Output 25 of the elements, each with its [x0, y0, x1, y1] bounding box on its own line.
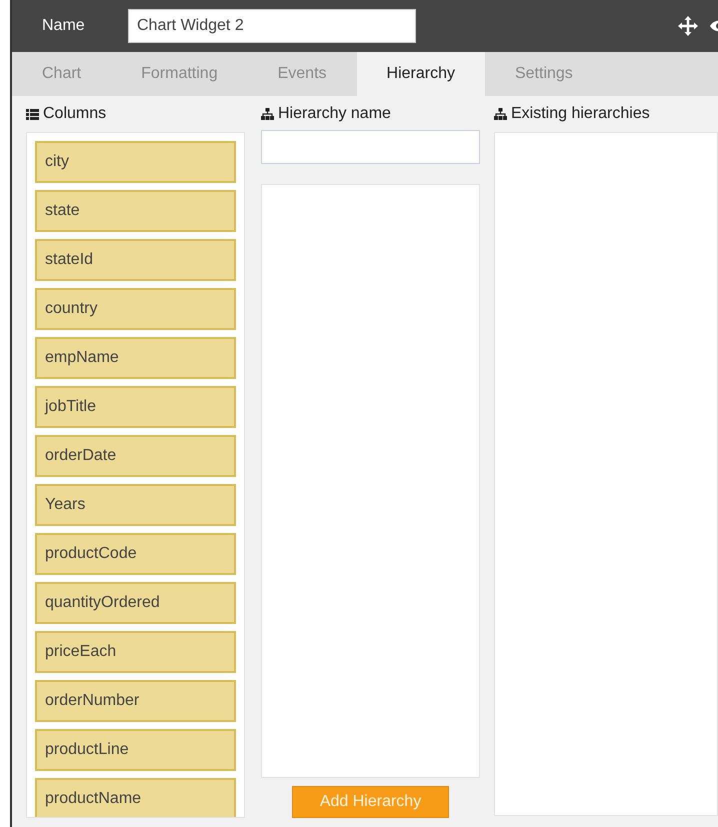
column-item[interactable]: jobTitle [35, 386, 236, 428]
column-item[interactable]: quantityOrdered [35, 582, 236, 624]
sitemap-icon [261, 108, 274, 120]
column-item[interactable]: empName [35, 337, 236, 379]
column-item[interactable]: state [35, 190, 236, 232]
hierarchy-name-heading: Hierarchy name [278, 105, 391, 123]
hierarchy-name-field[interactable] [261, 130, 480, 164]
existing-hierarchies-heading: Existing hierarchies [511, 105, 650, 123]
column-item[interactable]: stateId [35, 239, 236, 281]
column-item[interactable]: orderDate [35, 435, 236, 477]
columns-heading: Columns [43, 105, 106, 123]
column-item[interactable]: productCode [35, 533, 236, 575]
column-item[interactable]: priceEach [35, 631, 236, 673]
name-label: Name [42, 17, 86, 35]
column-item[interactable]: country [35, 288, 236, 330]
list-icon [26, 108, 39, 120]
move-icon[interactable] [678, 16, 698, 36]
column-item[interactable]: city [35, 141, 236, 183]
name-field[interactable]: Chart Widget 2 [128, 9, 416, 43]
column-item[interactable]: productLine [35, 729, 236, 771]
sitemap-icon [494, 108, 507, 120]
column-item[interactable]: productName [35, 778, 236, 817]
column-item[interactable]: orderNumber [35, 680, 236, 722]
column-item[interactable]: Years [35, 484, 236, 526]
tab[interactable]: Hierarchy [356, 52, 485, 96]
